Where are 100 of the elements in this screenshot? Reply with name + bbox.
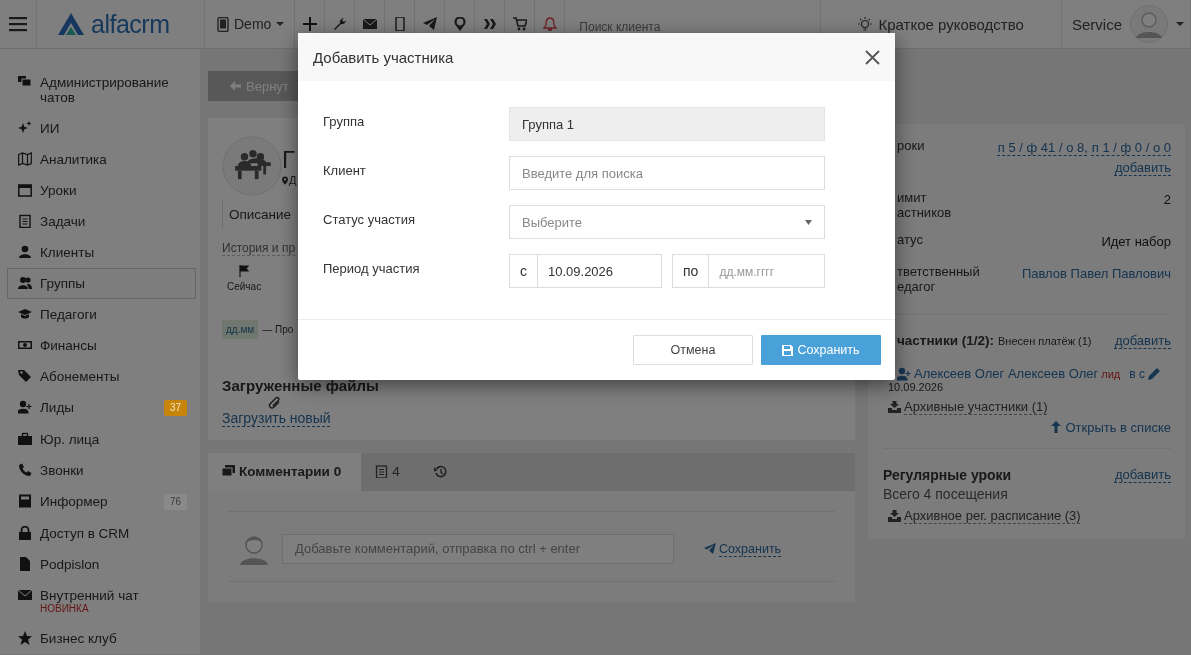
count-badge: 37 [163, 400, 187, 416]
close-icon [865, 49, 880, 65]
sidebar-label: Администрирование чатов [40, 75, 170, 105]
client-search-field[interactable]: Введите для поиска [509, 156, 825, 190]
count-badge: 76 [163, 494, 187, 510]
sidebar-label: Звонки [40, 463, 85, 478]
timeline-text: — Про [262, 324, 294, 335]
add-link[interactable]: добавить [1114, 333, 1171, 348]
sidebar-label: Финансы [40, 338, 98, 353]
star-icon [18, 631, 32, 645]
send-icon [704, 543, 716, 554]
wrench-icon [332, 17, 347, 31]
book-icon [18, 494, 32, 508]
tab[interactable]: Комментарии 0 [208, 453, 362, 491]
sidebar-item[interactable]: Педагоги [7, 299, 196, 330]
comment-field[interactable]: Добавьте комментарий, отправка по ctrl + enter [282, 533, 674, 564]
visits-summary: Всего 4 посещения [883, 486, 1009, 502]
sidebar-item[interactable]: Юр. лица [7, 424, 196, 455]
sidebar-item[interactable]: Лиды 37 [7, 392, 196, 424]
tab[interactable]: 4 [361, 453, 420, 491]
sidebar-item[interactable]: Клиенты [7, 237, 196, 268]
field-label: тветственный едагог [896, 264, 981, 294]
lessons-link[interactable]: п 5 / ф 41 / о 8, [997, 138, 1088, 158]
tablet-icon [217, 16, 229, 32]
users-icon [18, 276, 32, 290]
sidebar-label: Podpislon [40, 557, 101, 572]
bell-icon [542, 17, 557, 31]
sidebar-label: Доступ в CRM [40, 526, 131, 541]
field-label: роки [896, 138, 926, 155]
field-label: имит астников [896, 190, 953, 220]
upload-link[interactable]: Загрузить новый [222, 410, 331, 426]
participants-title: частники (1/2): [897, 333, 994, 348]
add-link[interactable]: добавить [1114, 158, 1171, 178]
cancel-button[interactable]: Отмена [633, 335, 753, 365]
teacher-link[interactable]: Павлов Павел Павлович [1021, 264, 1171, 284]
archive-link[interactable]: Архивные участники (1) [888, 399, 1048, 414]
sidebar-label: Внутренний чат [40, 588, 140, 603]
sidebar-item[interactable]: Администрирование чатов [7, 67, 196, 113]
sidebar-item[interactable]: Аналитика [7, 144, 196, 175]
user-menu[interactable]: Service [1071, 5, 1184, 43]
sidebar-item[interactable]: Бизнес клуб [7, 623, 196, 654]
sidebar-item[interactable]: Podpislon [7, 549, 196, 580]
sidebar-item[interactable]: Звонки [7, 455, 196, 486]
date-field[interactable]: 10.09.2026 [538, 254, 662, 288]
sidebar-item[interactable]: Группы [7, 268, 196, 299]
sidebar-label: Информер [40, 494, 109, 509]
sidebar-item[interactable]: Финансы [7, 330, 196, 361]
sidebar-item[interactable]: Уроки [7, 175, 196, 206]
caret-icon [805, 219, 812, 225]
add-link[interactable]: добавить [1114, 467, 1171, 483]
cart-icon [512, 17, 527, 31]
sidebar-item[interactable]: Абонементы [7, 361, 196, 392]
phone-handset-icon [18, 463, 32, 477]
sidebar-label: Абонементы [40, 369, 121, 384]
sparkle-icon [18, 121, 32, 135]
banknote-icon [18, 338, 32, 352]
group-title: Г [282, 146, 296, 174]
graduation-cap-icon [18, 307, 32, 321]
group-field: Группа 1 [509, 107, 825, 141]
phone-icon [392, 17, 407, 31]
clipboard-icon [18, 214, 32, 228]
sidebar-item[interactable]: Доступ в CRM [7, 518, 196, 549]
close-button[interactable] [863, 47, 882, 67]
inbox-icon [888, 509, 901, 522]
sidebar-item[interactable]: Информер 76 [7, 486, 196, 518]
new-label: НОВИНКА [40, 603, 90, 615]
sidebar-label: Аналитика [40, 152, 108, 167]
section-title: Загруженные файлы [222, 377, 379, 394]
user-plus-icon [897, 366, 911, 381]
pencil-icon [1147, 367, 1161, 380]
calendar-icon [18, 183, 32, 197]
status-select[interactable]: Выберите [509, 205, 825, 239]
sidebar-label: Задачи [40, 214, 87, 229]
prefix-label: с [509, 254, 538, 288]
field-label: Группа [323, 113, 366, 129]
branch-dropdown[interactable]: Demo [205, 16, 295, 32]
paperclip-icon [268, 396, 282, 410]
history-link[interactable]: История и пр [222, 241, 296, 255]
date-field[interactable]: дд.мм.гггг [709, 254, 825, 288]
logo-icon [57, 12, 85, 36]
map-pin-icon [452, 17, 467, 31]
member-link[interactable]: Алексеев Олег Алексеев Олег [914, 366, 1099, 381]
sidebar-label: Педагоги [40, 307, 98, 322]
open-list-link[interactable]: Открыть в списке [1051, 419, 1171, 435]
description-tab[interactable]: Описание [222, 200, 298, 229]
envelope-icon [18, 588, 32, 602]
lessons-link[interactable]: п 1 / ф 0 / о 0 [1091, 138, 1171, 158]
field-label: Период участия [323, 260, 421, 276]
tag-icon [18, 369, 32, 383]
user-plus-icon [18, 400, 32, 414]
location-pin-icon [282, 175, 288, 185]
chat-icon [18, 75, 32, 89]
inbox-icon [888, 400, 901, 413]
guide-link[interactable]: Краткое руководство [858, 15, 1024, 33]
sidebar-item[interactable]: ИИ [7, 113, 196, 144]
send-link[interactable]: Сохранить [704, 541, 782, 556]
save-button[interactable]: Сохранить [761, 335, 881, 365]
sidebar-item[interactable]: Внутренний чат НОВИНКА [7, 580, 196, 623]
sidebar-item[interactable]: Задачи [7, 206, 196, 237]
archive-link[interactable]: Архивное рег. расписание (3) [888, 508, 1081, 523]
